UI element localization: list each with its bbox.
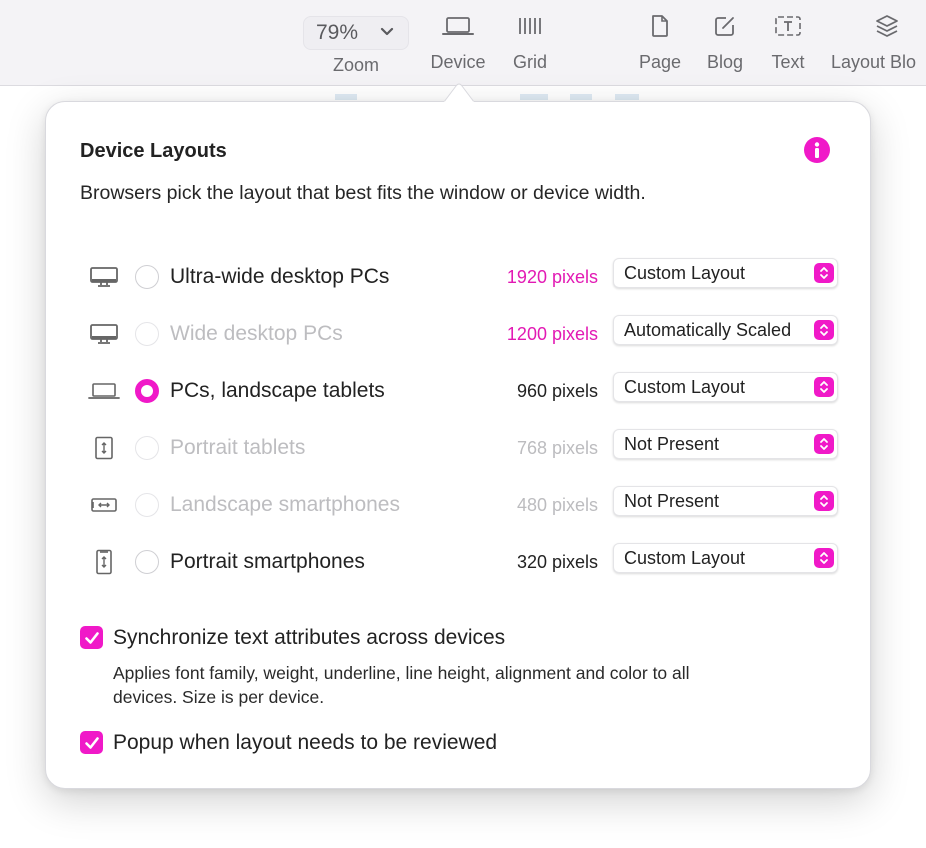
canvas-element bbox=[615, 94, 639, 100]
up-down-chevron-icon bbox=[814, 434, 834, 454]
popover-description: Browsers pick the layout that best fits … bbox=[80, 182, 646, 204]
layout-select[interactable]: Custom Layout bbox=[613, 543, 838, 573]
device-pixels: 960 pixels bbox=[516, 381, 598, 401]
layout-select-value: Custom Layout bbox=[624, 547, 746, 568]
device-row-wide-desktop: Wide desktop PCs 1200 pixels Automatical… bbox=[46, 314, 872, 354]
device-row-portrait-tablets: Portrait tablets 768 pixels Not Present bbox=[46, 428, 872, 468]
layout-select[interactable]: Not Present bbox=[613, 486, 838, 516]
zoom-label: Zoom bbox=[332, 55, 379, 75]
device-row-portrait-smartphones: Portrait smartphones 320 pixels Custom L… bbox=[46, 542, 872, 582]
device-radio[interactable] bbox=[135, 493, 159, 517]
blog-edit-icon bbox=[713, 0, 737, 52]
device-row-landscape-smartphones: Landscape smartphones 480 pixels Not Pre… bbox=[46, 485, 872, 525]
device-layouts-popover: Device Layouts Browsers pick the layout … bbox=[45, 101, 871, 789]
toolbar-page-label: Page bbox=[638, 52, 682, 72]
sync-text-description: Applies font family, weight, underline, … bbox=[113, 663, 690, 707]
text-box-icon bbox=[774, 0, 802, 52]
toolbar-blog-label: Blog bbox=[706, 52, 744, 72]
device-radio[interactable] bbox=[135, 436, 159, 460]
canvas-element bbox=[570, 94, 592, 100]
sync-text-checkbox[interactable] bbox=[80, 626, 103, 649]
toolbar-layout-blocks-label: Layout Blo bbox=[831, 52, 917, 72]
info-icon[interactable] bbox=[804, 137, 830, 163]
layers-icon bbox=[831, 0, 926, 52]
device-pixels: 480 pixels bbox=[516, 495, 598, 515]
laptop-icon bbox=[86, 379, 122, 403]
popup-review-checkbox[interactable] bbox=[80, 731, 103, 754]
device-radio[interactable] bbox=[135, 322, 159, 346]
up-down-chevron-icon bbox=[814, 320, 834, 340]
toolbar: 79% Zoom Device Grid Page Blog Text Layo… bbox=[0, 0, 926, 86]
toolbar-layout-blocks-button[interactable]: Layout Blo bbox=[831, 0, 926, 86]
device-pixels: 1920 pixels bbox=[506, 267, 598, 287]
grid-lines-icon bbox=[517, 0, 543, 52]
toolbar-device-label: Device bbox=[430, 52, 486, 72]
phone-portrait-icon bbox=[86, 549, 122, 575]
zoom-value: 79% bbox=[316, 21, 359, 44]
up-down-chevron-icon bbox=[814, 548, 834, 568]
layout-select-value: Automatically Scaled bbox=[624, 319, 792, 340]
toolbar-grid-label: Grid bbox=[512, 52, 547, 72]
toolbar-blog-button[interactable]: Blog bbox=[704, 0, 746, 86]
device-row-ultra-wide: Ultra-wide desktop PCs 1920 pixels Custo… bbox=[46, 257, 872, 297]
layout-select-value: Custom Layout bbox=[624, 262, 746, 283]
device-label: Ultra-wide desktop PCs bbox=[170, 265, 390, 288]
layout-select-value: Not Present bbox=[624, 490, 720, 511]
desktop-icon bbox=[86, 265, 122, 289]
layout-select[interactable]: Custom Layout bbox=[613, 372, 838, 402]
popup-review-label[interactable]: Popup when layout needs to be reviewed bbox=[113, 731, 497, 755]
device-pixels: 768 pixels bbox=[516, 438, 598, 458]
canvas-element bbox=[520, 94, 548, 100]
laptop-icon bbox=[442, 0, 474, 52]
device-label: Wide desktop PCs bbox=[170, 322, 343, 345]
up-down-chevron-icon bbox=[814, 491, 834, 511]
chevron-down-icon bbox=[380, 24, 394, 42]
layout-select[interactable]: Custom Layout bbox=[613, 258, 838, 288]
tablet-portrait-icon bbox=[86, 436, 122, 460]
zoom-control[interactable]: 79% Zoom bbox=[303, 0, 409, 86]
checkmark-icon bbox=[84, 631, 99, 644]
canvas-element bbox=[335, 94, 357, 100]
layout-select-value: Not Present bbox=[624, 433, 720, 454]
device-label: Landscape smartphones bbox=[170, 493, 400, 516]
page-icon bbox=[650, 0, 670, 52]
up-down-chevron-icon bbox=[814, 263, 834, 283]
device-label: Portrait smartphones bbox=[170, 550, 365, 573]
device-pixels: 320 pixels bbox=[516, 552, 598, 572]
sync-text-label[interactable]: Synchronize text attributes across devic… bbox=[113, 626, 505, 650]
up-down-chevron-icon bbox=[814, 377, 834, 397]
device-radio[interactable] bbox=[135, 550, 159, 574]
toolbar-text-label: Text bbox=[771, 52, 805, 72]
device-radio[interactable] bbox=[135, 265, 159, 289]
desktop-icon bbox=[86, 322, 122, 346]
toolbar-grid-button[interactable]: Grid bbox=[510, 0, 550, 86]
phone-landscape-icon bbox=[86, 493, 122, 517]
checkmark-icon bbox=[84, 736, 99, 749]
zoom-select[interactable]: 79% bbox=[303, 16, 409, 50]
device-label: PCs, landscape tablets bbox=[170, 379, 385, 402]
layout-select[interactable]: Automatically Scaled bbox=[613, 315, 838, 345]
device-row-pcs-landscape-tablets: PCs, landscape tablets 960 pixels Custom… bbox=[46, 371, 872, 411]
device-label: Portrait tablets bbox=[170, 436, 306, 459]
layout-select-value: Custom Layout bbox=[624, 376, 746, 397]
device-pixels: 1200 pixels bbox=[506, 324, 598, 344]
toolbar-text-button[interactable]: Text bbox=[767, 0, 809, 86]
popover-arrow bbox=[444, 83, 474, 103]
toolbar-page-button[interactable]: Page bbox=[637, 0, 683, 86]
layout-select[interactable]: Not Present bbox=[613, 429, 838, 459]
toolbar-device-button[interactable]: Device bbox=[427, 0, 489, 86]
device-radio-selected[interactable] bbox=[135, 379, 159, 403]
popover-title: Device Layouts bbox=[80, 140, 227, 162]
